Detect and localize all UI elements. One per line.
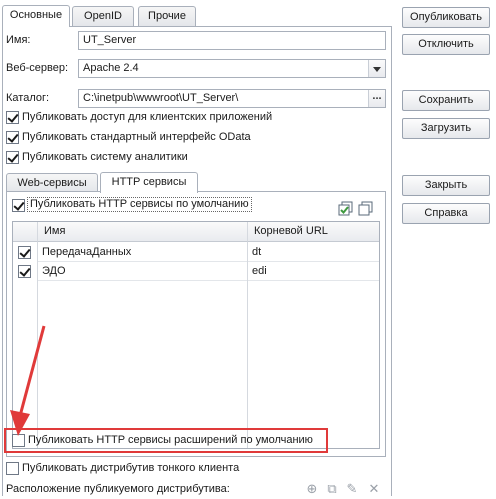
analytics-checkbox[interactable] (6, 151, 19, 164)
thin-client-checkbox[interactable] (6, 462, 19, 475)
catalog-field[interactable]: C:\inetpub\wwwroot\UT_Server\ (78, 89, 386, 108)
catalog-label: Каталог: (6, 92, 50, 104)
analytics-label: Публиковать систему аналитики (22, 151, 188, 163)
webserver-select[interactable]: Apache 2.4 (78, 59, 386, 78)
odata-checkbox[interactable] (6, 131, 19, 144)
tab-main-label: Основные (9, 9, 63, 21)
catalog-value: C:\inetpub\wwwroot\UT_Server\ (83, 92, 239, 104)
table-header-url[interactable]: Корневой URL (247, 222, 379, 242)
tab-http-services-label: HTTP сервисы (111, 176, 187, 188)
edit-icon[interactable]: ✎ (344, 481, 360, 497)
tab-http-services[interactable]: HTTP сервисы (100, 172, 198, 193)
row-name: ПередачаДанных (38, 243, 247, 262)
client-apps-checkbox[interactable] (6, 111, 19, 124)
tab-main[interactable]: Основные (2, 5, 70, 27)
http-services-table: Имя Корневой URL ПередачаДанных dt ЭДО e… (12, 221, 380, 449)
check-all-icon[interactable] (338, 201, 354, 217)
tab-other-label: Прочие (148, 10, 186, 22)
client-apps-label: Публиковать доступ для клиентских прилож… (22, 111, 273, 123)
row-checkbox[interactable] (18, 246, 31, 259)
browse-button[interactable]: ... (368, 90, 385, 107)
name-label: Имя: (6, 34, 31, 46)
save-button[interactable]: Сохранить (402, 90, 490, 111)
odata-label: Публиковать стандартный интерфейс OData (22, 131, 251, 143)
uncheck-all-icon[interactable] (358, 201, 374, 217)
add-icon[interactable]: ⊕ (304, 481, 320, 497)
tab-other[interactable]: Прочие (138, 6, 196, 26)
close-button[interactable]: Закрыть (402, 175, 490, 196)
tab-web-services-label: Web-сервисы (17, 177, 87, 189)
table-header-check (13, 222, 37, 242)
row-url: dt (248, 243, 379, 262)
tab-openid[interactable]: OpenID (72, 6, 134, 26)
publish-button[interactable]: Опубликовать (402, 7, 490, 28)
row-name: ЭДО (38, 262, 247, 281)
tab-openid-label: OpenID (84, 10, 122, 22)
help-button[interactable]: Справка (402, 203, 490, 224)
row-checkbox[interactable] (18, 265, 31, 278)
copy-icon[interactable]: ⧉ (324, 481, 340, 497)
thin-client-label: Публиковать дистрибутив тонкого клиента (22, 462, 240, 474)
load-button[interactable]: Загрузить (402, 118, 490, 139)
disable-button[interactable]: Отключить (402, 34, 490, 55)
http-default-checkbox[interactable] (12, 199, 25, 212)
http-default-label: Публиковать HTTP сервисы по умолчанию (27, 197, 252, 212)
annotation-arrow-icon (10, 325, 46, 436)
tab-web-services[interactable]: Web-сервисы (6, 173, 98, 192)
distribution-location-label: Расположение публикуемого дистрибутива: (6, 483, 230, 495)
chevron-down-icon[interactable] (368, 60, 385, 77)
name-field[interactable]: UT_Server (78, 31, 386, 50)
delete-icon[interactable]: ✕ (366, 481, 382, 497)
row-url: edi (248, 262, 379, 281)
table-header-name[interactable]: Имя (37, 222, 247, 242)
webserver-value: Apache 2.4 (83, 62, 139, 74)
webserver-label: Веб-сервер: (6, 62, 69, 74)
